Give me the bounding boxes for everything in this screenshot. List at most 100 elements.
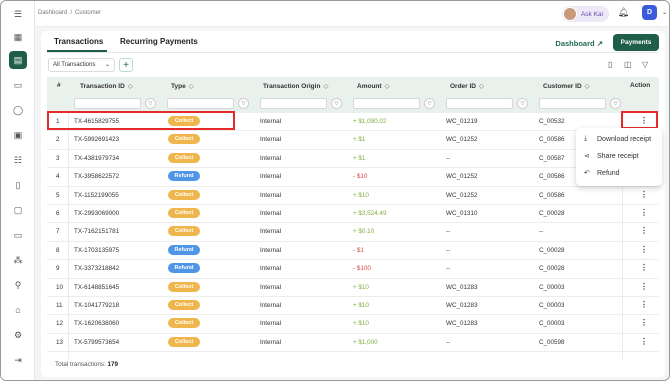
more-options-icon[interactable]: ⋮ [640,226,648,235]
user-key-icon[interactable]: ⚲ [9,276,27,294]
filter-input-customer-id[interactable] [539,98,606,109]
columns-icon[interactable]: ◫ [624,60,632,69]
undo-icon: ↶ [584,170,590,177]
sidebar: ☰ ▦ ▤ ▭ ◯ ▣ ☷ ▯ ▢ ▭ ⁂ ⚲ ⌂ ⚙ ⇥ [1,1,35,380]
col-transaction-id[interactable]: Transaction ID ◇ [80,82,133,90]
customer-id: -- [539,228,544,236]
amount: + $10 [353,302,369,309]
filter-input-order-id[interactable] [446,98,513,109]
row-number: 5 [56,191,60,199]
type-badge: Refund [168,263,200,274]
tab-recurring-payments[interactable]: Recurring Payments [120,37,198,46]
network-icon[interactable]: ⁂ [9,251,27,269]
col-type[interactable]: Type ◇ [171,82,194,90]
filter-input-type[interactable] [167,98,234,109]
transaction-id: TX-1152199055 [74,191,119,199]
row-number: 8 [56,246,60,254]
menu-item-refund[interactable]: ↶ Refund [584,169,620,178]
filter-icon[interactable]: ▽ [517,98,528,109]
more-options-icon[interactable]: ⋮ [640,208,648,217]
more-options-icon[interactable]: ⋮ [640,263,648,272]
type-badge: Collect [168,336,200,347]
filter-input-transaction-id[interactable] [74,98,141,109]
more-options-icon[interactable]: ⋮ [640,282,648,291]
user-chip[interactable]: Ask Kai [561,6,609,22]
filter-icon[interactable]: ▽ [424,98,435,109]
filter-input-amount[interactable] [353,98,420,109]
clipboard-icon[interactable]: ▯ [9,176,27,194]
amount: + $10 [353,283,369,291]
gear-icon[interactable]: ⚙ [9,326,27,344]
transaction-filter-dropdown[interactable]: All Transactions ⌄ [48,58,115,72]
filter-icon[interactable]: ▽ [238,98,249,109]
transactions-icon[interactable]: ▤ [9,51,27,69]
table-row[interactable]: 7 TX-7162151781 Collect Internal + $0.10 -- --… [47,223,659,242]
table-row[interactable]: 10 TX-6148851645 Collect Internal + $10 WC_01… [47,279,659,297]
sliders-icon[interactable]: ☷ [9,151,27,169]
table-row[interactable]: 3 TX-4381979734 Collect Internal + $1 -- C_005… [47,150,659,169]
menu-icon[interactable]: ☰ [9,5,27,23]
more-options-icon[interactable]: ⋮ [640,318,648,327]
transaction-id: TX-7162151781 [74,228,120,236]
order-id: WC_01252 [446,173,478,181]
table-row[interactable]: 2 TX-5992691423 Collect Internal + $1 WC_0125… [47,131,659,150]
more-options-icon[interactable]: ⋮ [640,245,648,254]
filter-icon[interactable]: ▽ [642,60,648,69]
amount: + $1,000 [353,338,378,346]
transaction-origin: Internal [260,320,282,328]
dashboard-link[interactable]: Dashboard ↗ [555,39,603,48]
filter-icon[interactable]: ▽ [145,98,156,109]
menu-item-label: Share receipt [597,152,639,160]
amount: + $1 [353,136,366,144]
filter-input-origin[interactable] [260,98,327,109]
table-row[interactable]: 12 TX-1620638060 Collect Internal + $10 WC_01… [47,315,659,334]
transaction-id: TX-1620638060 [74,320,120,328]
customer-id: C_00028 [539,265,565,273]
folder-icon[interactable]: ▭ [9,226,27,244]
file-money-icon[interactable]: ▢ [9,201,27,219]
bank-icon[interactable]: ⌂ [9,301,27,319]
filter-icon[interactable]: ▽ [331,98,342,109]
more-options-icon[interactable]: ⋮ [640,190,648,199]
bell-icon[interactable]: 🔔︎ [618,7,629,18]
menu-item-download-receipt[interactable]: ⤓ Download receipt [584,135,651,143]
menu-item-label: Refund [597,169,620,177]
col-order-label: Order ID [450,83,477,90]
chevron-down-icon[interactable]: ⌄ [662,9,667,16]
total-count: 179 [107,361,119,368]
transaction-id: TX-1703135975 [74,246,120,254]
table-row[interactable]: 5 TX-1152199055 Collect Internal + $10 WC_012… [47,187,659,205]
more-options-icon[interactable]: ⋮ [640,300,648,309]
table-row[interactable]: 8 TX-1703135975 Refund Internal - $1 -- C_0002… [47,242,659,261]
table-row[interactable]: 11 TX-1041779218 Collect Internal + $10 WC_01… [47,297,659,316]
user-icon[interactable]: ◯ [9,101,27,119]
tab-transactions[interactable]: Transactions [54,37,103,46]
menu-item-share-receipt[interactable]: ⋖ Share receipt [584,152,639,161]
table-row[interactable]: 6 TX-2993069000 Collect Internal + $3,524.49… [47,205,659,224]
payments-button[interactable]: Payments [613,34,659,51]
type-badge: Refund [168,171,200,182]
add-button[interactable]: + [119,58,133,72]
filter-icon[interactable]: ▽ [610,98,621,109]
col-customer-id[interactable]: Customer ID ◇ [543,82,590,90]
account-button[interactable]: D [642,5,657,20]
order-id: -- [446,246,451,254]
row-number: 7 [56,228,60,236]
col-order-id[interactable]: Order ID ◇ [450,82,484,90]
table-row[interactable]: 4 TX-3958622572 Refund Internal - $10 WC_0125… [47,168,659,187]
transaction-origin: Internal [260,302,282,309]
table-row[interactable]: 9 TX-3373218842 Refund Internal - $100 -- C_00… [47,260,659,279]
col-transaction-origin[interactable]: Transaction Origin ◇ [263,82,328,90]
file-icon[interactable]: ▯ [608,60,612,69]
order-id: WC_01252 [446,136,478,144]
logout-icon[interactable]: ⇥ [9,351,27,369]
col-amount[interactable]: Amount ◇ [357,82,390,90]
breadcrumb-dashboard[interactable]: Dashboard [38,10,67,16]
type-badge: Collect [168,189,200,200]
top-bar: Dashboard / Customer Ask Kai 🔔︎ D ⌄ [35,1,669,27]
cards-icon[interactable]: ▣ [9,126,27,144]
grid-icon[interactable]: ▦ [9,28,27,46]
more-options-icon[interactable]: ⋮ [640,337,648,346]
table-row[interactable]: 13 TX-5799573654 Collect Internal + $1,000 --… [47,334,659,353]
document-icon[interactable]: ▭ [9,76,27,94]
